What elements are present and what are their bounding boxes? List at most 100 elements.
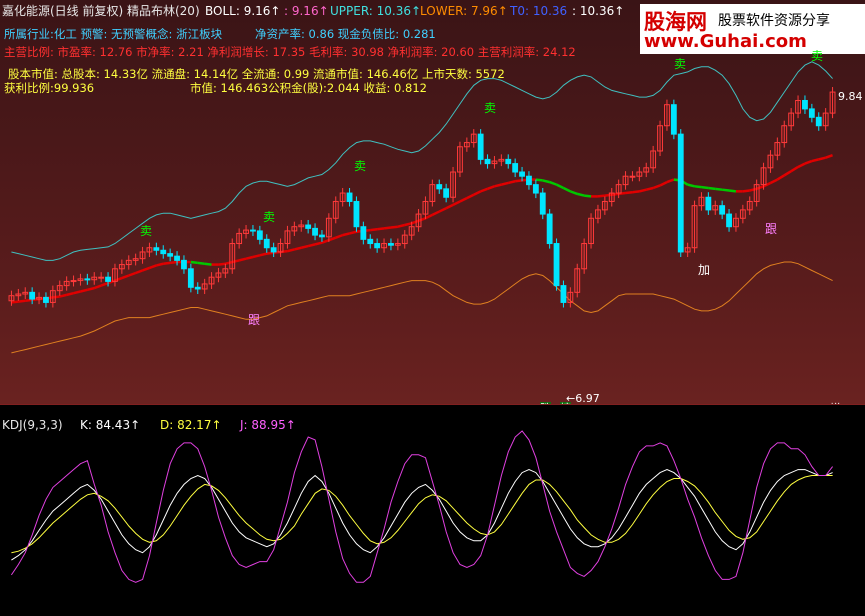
ma20-segment [535, 178, 543, 182]
info-capital: 股本市值: 总股本: 14.33亿 流通盘: 14.14亿 全流通: 0.99 … [8, 67, 505, 81]
candle-body [719, 205, 726, 215]
ma20-segment [135, 269, 143, 275]
t0-value-2: : 10.36↑ [572, 4, 625, 18]
ma20-segment [225, 260, 233, 265]
candle-body [353, 200, 360, 228]
candle-body [263, 238, 270, 249]
ma20-segment [825, 154, 833, 159]
candle-body [105, 276, 111, 282]
candle-body [705, 196, 712, 211]
candle-body [250, 229, 256, 232]
ma20-segment [376, 227, 385, 231]
kdj-pane[interactable]: KDJ(9,3,3) K: 84.43↑ D: 82.17↑ J: 88.95↑ [0, 416, 865, 616]
candle-body [305, 224, 312, 229]
boll-value-2: : 9.16↑ [284, 4, 329, 18]
ma20-segment [501, 181, 509, 186]
sell-signal: 卖 [140, 224, 153, 238]
ma20-segment [625, 190, 633, 195]
candle-body [153, 247, 160, 251]
ma20-segment [231, 259, 240, 264]
ma20-segment [452, 200, 461, 206]
ma20-segment [514, 179, 523, 183]
ma20-segment [542, 179, 550, 184]
t0-value: T0: 10.36 [510, 4, 568, 18]
boll-value: BOLL: 9.16↑ [205, 4, 281, 18]
ma20-segment [128, 271, 137, 277]
ma20-segment [59, 293, 67, 298]
ma20-segment [294, 246, 302, 251]
ma20-segment [473, 190, 482, 196]
ma20-segment [666, 178, 675, 184]
ma20-segment [266, 251, 274, 255]
ma20-segment [431, 210, 440, 217]
candle-body [346, 192, 353, 202]
ma20-segment [652, 184, 661, 190]
kdj-chart-svg[interactable] [0, 416, 865, 616]
kdj-d-value: D: 82.17↑ [160, 418, 222, 432]
candle-body [194, 286, 201, 290]
site-logo[interactable]: 股海网 股票软件资源分享 www.Guhai.com [640, 4, 865, 54]
kdj-k-line [11, 469, 833, 561]
price-pane[interactable]: 嘉化能源(日线 前复权) 精品布林(20) BOLL: 9.16↑ : 9.16… [0, 0, 865, 416]
candle-body [512, 163, 519, 173]
sell-signal: 卖 [811, 49, 824, 63]
ma20-segment [728, 189, 737, 193]
candle-body [677, 133, 684, 253]
ma20-segment [390, 225, 399, 229]
ma20-segment [93, 284, 102, 290]
info-ratios: 主营比例: 市盈率: 12.76 市净率: 2.21 净利润增长: 17.35 … [4, 45, 576, 59]
ma20-segment [321, 238, 330, 244]
candle-body [312, 227, 318, 236]
ma20-segment [804, 159, 813, 165]
ma20-segment [121, 274, 130, 280]
candle-body [539, 192, 546, 215]
ma20-segment [583, 194, 592, 198]
ma20-segment [769, 178, 778, 185]
candle-body [187, 268, 194, 288]
candle-body [181, 259, 187, 270]
ma20-segment [300, 244, 309, 249]
candle-body [726, 213, 732, 228]
ma20-segment [783, 170, 792, 177]
follow-signal: 跟 [248, 313, 261, 327]
ma20-segment [480, 187, 488, 193]
price-chart-svg[interactable] [0, 0, 865, 404]
candle-body [629, 175, 636, 178]
ma20-segment [466, 193, 475, 200]
logo-sub-text: 股票软件资源分享 [718, 13, 830, 29]
sell-signal: 卖 [674, 57, 687, 71]
ma20-segment [576, 192, 585, 197]
ma20-segment [742, 189, 750, 193]
ma20-segment [238, 257, 247, 262]
follow-signal: 跟 [765, 222, 778, 236]
candle-body [436, 184, 443, 190]
ma20-segment [404, 222, 412, 227]
candle-body [532, 184, 539, 194]
candle-body [477, 133, 484, 160]
kdj-d-line [11, 475, 833, 554]
ma20-segment [335, 233, 344, 239]
ma20-segment [370, 227, 378, 232]
ma20-segment [100, 281, 109, 287]
candle-body [553, 243, 560, 287]
ma20-segment [749, 187, 757, 192]
stock-chart-window: 嘉化能源(日线 前复权) 精品布林(20) BOLL: 9.16↑ : 9.16… [0, 0, 865, 616]
ma20-segment [549, 180, 557, 186]
ma20-segment [156, 262, 164, 267]
candle-body [560, 285, 567, 303]
ma20-segment [487, 185, 495, 191]
candle-body [160, 249, 167, 255]
ma20-segment [163, 261, 171, 265]
ma20-segment [252, 254, 261, 259]
ma20-segment [259, 252, 268, 257]
ma20-segment [25, 298, 33, 302]
candle-body [29, 291, 36, 300]
ma20-segment [342, 232, 350, 237]
ma20-segment [507, 180, 516, 185]
ma20-segment [494, 183, 502, 188]
ma20-segment [569, 190, 578, 196]
chart-title: 嘉化能源(日线 前复权) 精品布林(20) [2, 4, 200, 18]
sell-signal: 卖 [354, 159, 367, 173]
ma20-segment [790, 165, 799, 173]
candle-body [802, 99, 808, 110]
